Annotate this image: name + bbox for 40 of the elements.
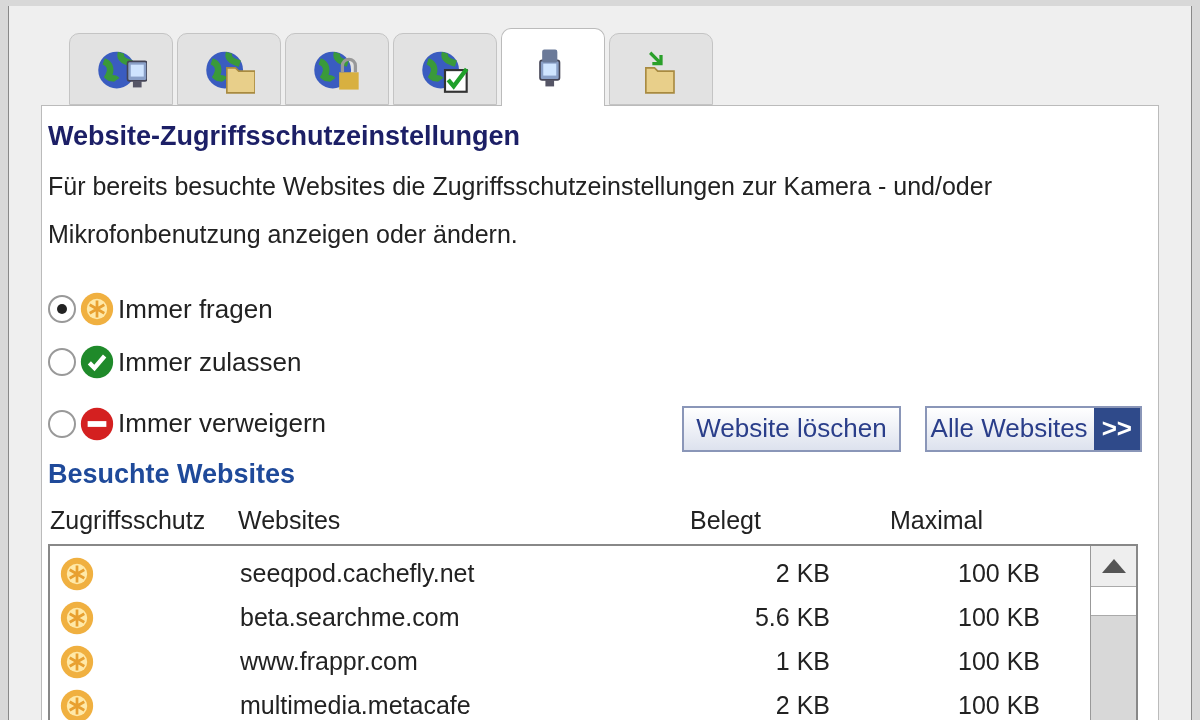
used-size: 1 KB — [774, 646, 830, 677]
option-label: Immer verweigern — [118, 407, 327, 441]
asterisk-icon — [80, 292, 114, 327]
settings-tab[interactable] — [285, 33, 389, 105]
asterisk-icon — [60, 600, 94, 635]
max-size: 100 KB — [957, 558, 1040, 589]
column-header: Zugriffsschutz — [50, 505, 207, 537]
delete-website-button[interactable]: Website löschen — [682, 405, 901, 452]
settings-tab[interactable] — [501, 28, 605, 106]
column-header: Maximal — [889, 505, 985, 537]
scroll-thumb[interactable] — [1091, 585, 1136, 616]
radio-button[interactable] — [48, 409, 76, 438]
option-label: Immer fragen — [118, 292, 273, 326]
settings-tab[interactable] — [177, 33, 281, 105]
asterisk-icon — [60, 688, 94, 720]
description-text: Für bereits besuchte Websites die Zugriffsschutzeinstellungen zur Kamera - und/oder Mikrofonbenutzung anzeigen oder ändern. — [48, 170, 993, 250]
section-heading: Website-Zugriffsschutzeinstellungen — [48, 120, 522, 153]
used-size: 2 KB — [774, 558, 830, 589]
list-heading: Besuchte Websites — [48, 457, 297, 491]
max-size: 100 KB — [957, 602, 1040, 633]
used-size: 2 KB — [774, 690, 830, 720]
website-name: www.frappr.com — [240, 646, 419, 677]
check-icon — [80, 345, 114, 380]
website-name: beta.searchme.com — [240, 602, 461, 633]
option-label: Immer zulassen — [118, 345, 302, 379]
asterisk-icon — [60, 556, 94, 591]
all-websites-button[interactable]: Alle Websites >> — [924, 405, 1142, 452]
max-size: 100 KB — [957, 690, 1040, 720]
settings-tab[interactable] — [69, 33, 173, 105]
website-name: seeqpod.cachefly.net — [240, 558, 476, 589]
asterisk-icon — [60, 644, 94, 679]
settings-tab[interactable] — [393, 33, 497, 105]
website-name: multimedia.metacafe — [240, 690, 472, 720]
radio-button[interactable] — [48, 348, 76, 377]
max-size: 100 KB — [957, 646, 1040, 677]
column-header: Websites — [238, 505, 342, 537]
no-entry-icon — [80, 406, 114, 441]
used-size: 5.6 KB — [753, 602, 830, 633]
radio-button[interactable] — [48, 295, 76, 324]
column-header: Belegt — [689, 505, 762, 537]
